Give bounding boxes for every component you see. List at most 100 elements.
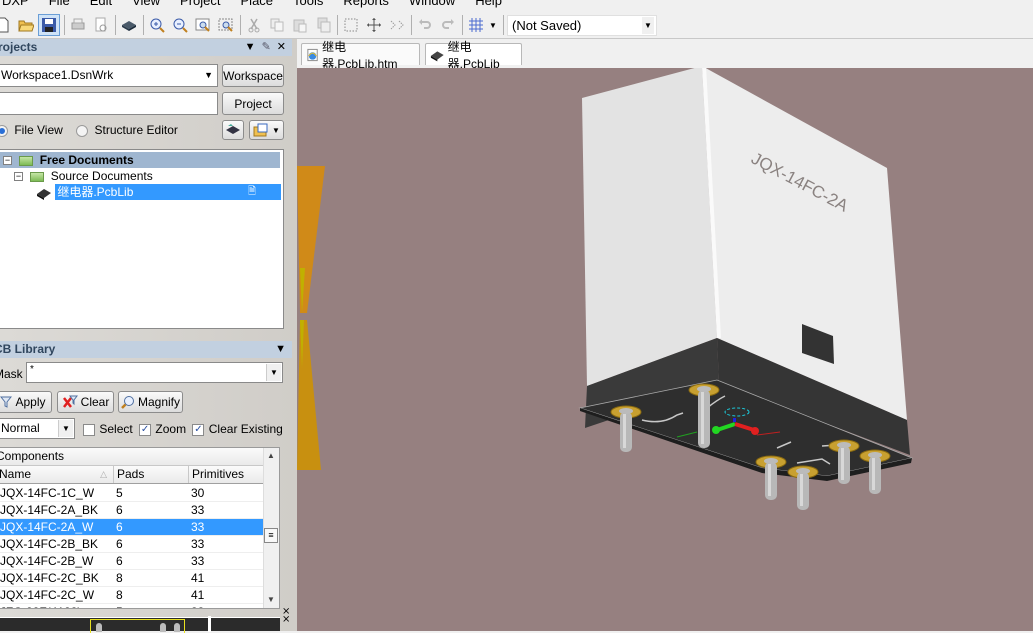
new-doc-icon[interactable]: [0, 14, 14, 36]
tree-item-pcblib[interactable]: 继电器.PcbLib 🗎: [36, 184, 282, 200]
pcb-library-panel-header: PCB Library ▼: [0, 341, 292, 358]
project-button[interactable]: Project: [222, 92, 284, 115]
cell-pads: 8: [116, 571, 123, 585]
select-checkbox[interactable]: [83, 423, 95, 436]
menu-file[interactable]: File: [39, 0, 80, 8]
grid-dropdown-icon[interactable]: ▼: [486, 14, 500, 36]
tree-item-source-documents[interactable]: − Source Documents: [14, 168, 280, 184]
chevron-down-icon: ▼: [642, 17, 654, 34]
magnify-button[interactable]: Magnify: [118, 391, 183, 413]
zoom-out-icon[interactable]: [169, 14, 191, 36]
3d-viewport[interactable]: JQX-14FC-2A: [297, 68, 1033, 631]
paste-icon[interactable]: [289, 14, 311, 36]
menu-help[interactable]: Help: [465, 0, 512, 8]
workspace-select[interactable]: Workspace1.DsnWrk ▼: [0, 64, 218, 87]
grid-icon[interactable]: [465, 14, 487, 36]
zoom-selection-icon[interactable]: [215, 14, 237, 36]
table-row[interactable]: JQX-14FC-2A_BK 6 33: [0, 502, 264, 519]
tree-item-free-documents[interactable]: − Free Documents: [0, 152, 280, 168]
print-icon[interactable]: [67, 14, 89, 36]
collapse-icon[interactable]: −: [3, 156, 12, 166]
projects-panel-title: Projects: [0, 40, 38, 54]
tree-item-label: Free Documents: [39, 153, 134, 167]
redo-icon[interactable]: [437, 14, 459, 36]
table-scrollbar[interactable]: ▲ ≡ ▼: [263, 448, 279, 608]
close-icon[interactable]: ✕: [277, 39, 286, 56]
mode-select[interactable]: Normal ▼: [0, 418, 75, 439]
workspace-button[interactable]: Workspace: [222, 64, 284, 87]
open-folder-icon[interactable]: [15, 14, 37, 36]
file-view-radio[interactable]: [0, 124, 8, 137]
menu-project[interactable]: Project: [170, 0, 230, 8]
menu-edit[interactable]: Edit: [80, 0, 122, 8]
clear-existing-checkbox-label: Clear Existing: [208, 422, 283, 436]
tab-label: 继电器.PcbLib: [447, 39, 500, 71]
cell-pads: 8: [116, 588, 123, 602]
undo-icon[interactable]: [414, 14, 436, 36]
z-axis-marker: [733, 418, 736, 422]
scroll-up-icon[interactable]: ▲: [267, 451, 275, 460]
tab-pcblib[interactable]: 继电器.PcbLib: [425, 40, 522, 71]
menu-tools[interactable]: Tools: [283, 0, 333, 8]
project-input[interactable]: [0, 92, 218, 115]
chevron-down-icon[interactable]: ▼: [266, 364, 281, 381]
save-icon[interactable]: [38, 14, 60, 36]
panel-menu-icon[interactable]: ▼: [275, 341, 286, 358]
print-preview-icon[interactable]: [90, 14, 112, 36]
chevron-down-icon: ▼: [272, 125, 280, 135]
rubber-stamp-icon[interactable]: [312, 14, 334, 36]
menu-reports[interactable]: Reports: [333, 0, 399, 8]
3d-board-icon[interactable]: [118, 14, 140, 36]
table-row[interactable]: JQX-14FC-2C_W 8 41: [0, 587, 264, 604]
zoom-checkbox[interactable]: ✓: [139, 423, 152, 436]
select-outside-icon[interactable]: [386, 14, 408, 36]
pin: [755, 455, 787, 500]
magnify-icon: [121, 396, 134, 409]
mask-input[interactable]: * ▼: [26, 362, 283, 383]
table-row[interactable]: JQX-14FC-1C_W 5 30: [0, 485, 264, 502]
clear-button[interactable]: Clear: [57, 391, 114, 413]
table-row[interactable]: JQX-14FC-2A_W 6 33: [0, 519, 264, 536]
relay-left-face: [582, 68, 717, 386]
document-folder-icon: [253, 123, 268, 137]
structure-editor-radio[interactable]: [76, 124, 89, 137]
panel-menu-icon[interactable]: ▼: [245, 39, 256, 56]
menu-window[interactable]: Window: [399, 0, 465, 8]
move-icon[interactable]: [363, 14, 385, 36]
cell-name: JQX-14FC-2C_BK: [0, 571, 99, 585]
column-header-pads[interactable]: Pads: [114, 466, 189, 483]
cell-pads: 6: [116, 554, 123, 568]
table-row[interactable]: JQX-14FC-2B_W 6 33: [0, 553, 264, 570]
clear-existing-checkbox[interactable]: ✓: [192, 423, 205, 436]
table-row[interactable]: JQX-14FC-2B_BK 6 33: [0, 536, 264, 553]
cut-icon[interactable]: [243, 14, 265, 36]
tab-label: 继电器.PcbLib.htm: [322, 39, 398, 71]
collapse-icon[interactable]: −: [14, 172, 23, 182]
structure-editor-label: Structure Editor: [94, 123, 178, 137]
apply-button[interactable]: Apply: [0, 391, 52, 413]
tab-pcblib-htm[interactable]: 继电器.PcbLib.htm: [301, 40, 420, 71]
chevron-down-icon[interactable]: ▼: [58, 420, 73, 437]
table-row[interactable]: JZC-22F(4123) 5 33: [0, 604, 264, 608]
column-header-name[interactable]: Name △: [0, 466, 114, 483]
html-doc-icon: [307, 48, 318, 61]
cell-primitives: 41: [191, 571, 205, 585]
pin-icon[interactable]: ✎: [262, 39, 271, 56]
zoom-fit-document-icon[interactable]: [192, 14, 214, 36]
project-options-button[interactable]: ▼: [249, 120, 284, 140]
column-header-primitives[interactable]: Primitives: [189, 466, 264, 483]
menu-view[interactable]: View: [122, 0, 170, 8]
table-row[interactable]: JQX-14FC-2C_BK 8 41: [0, 570, 264, 587]
compile-project-button[interactable]: [222, 120, 244, 140]
panel-collapse-icon[interactable]: ⨯ ⨯: [282, 607, 290, 625]
cell-name: JZC-22F(4123): [0, 604, 81, 608]
select-inside-area-icon[interactable]: [340, 14, 362, 36]
copy-icon[interactable]: [266, 14, 288, 36]
menu-place[interactable]: Place: [231, 0, 284, 8]
cell-pads: 6: [116, 520, 123, 534]
snapshot-select[interactable]: (Not Saved) ▼: [507, 15, 657, 36]
scroll-thumb[interactable]: ≡: [264, 528, 278, 543]
zoom-in-icon[interactable]: [146, 14, 168, 36]
scroll-down-icon[interactable]: ▼: [267, 595, 275, 604]
menu-dxp[interactable]: DXP: [0, 0, 39, 8]
